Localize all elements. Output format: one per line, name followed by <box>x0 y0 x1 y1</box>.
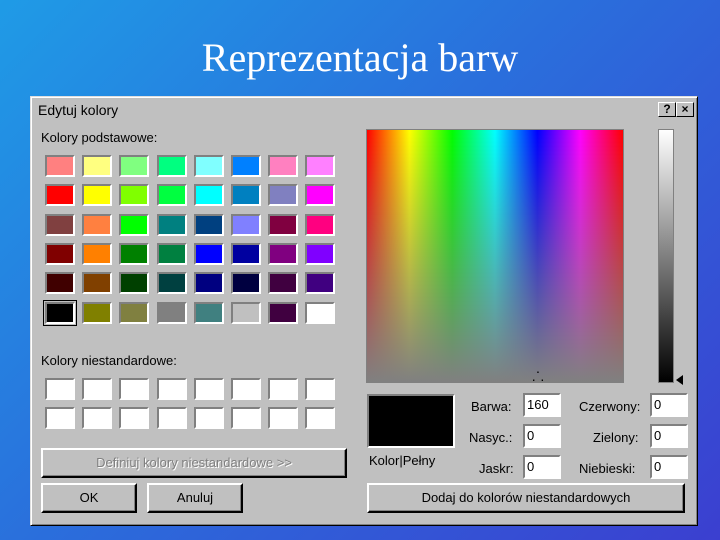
basic-color-swatch[interactable] <box>193 213 224 236</box>
color-spectrum[interactable] <box>366 129 624 383</box>
basic-colors-label: Kolory podstawowe: <box>41 130 158 145</box>
hue-field[interactable]: 160 <box>523 393 561 417</box>
blue-field[interactable]: 0 <box>650 455 688 479</box>
custom-color-swatch[interactable] <box>156 378 187 400</box>
slide-title: Reprezentacja barw <box>201 35 519 80</box>
spectrum-crosshair-icon: · · · <box>531 363 545 387</box>
basic-color-swatch[interactable] <box>305 155 336 177</box>
custom-color-swatch[interactable] <box>193 407 224 430</box>
hue-label: Barwa: <box>471 399 512 414</box>
basic-color-swatch[interactable] <box>268 301 299 324</box>
custom-color-swatch[interactable] <box>45 407 75 430</box>
custom-color-swatch[interactable] <box>305 378 336 400</box>
basic-color-swatch[interactable] <box>231 184 261 207</box>
luminosity-bar[interactable] <box>658 129 674 383</box>
custom-color-swatch[interactable] <box>82 378 113 400</box>
basic-color-swatch[interactable] <box>231 213 261 236</box>
basic-color-swatch[interactable] <box>119 184 150 207</box>
custom-color-swatch[interactable] <box>119 378 150 400</box>
basic-color-swatch[interactable] <box>119 272 150 295</box>
custom-color-swatch[interactable] <box>305 407 336 430</box>
basic-color-swatch[interactable] <box>45 213 75 236</box>
dialog-title: Edytuj kolory <box>38 102 119 118</box>
basic-color-swatch[interactable] <box>305 242 336 265</box>
custom-color-swatch[interactable] <box>119 407 150 430</box>
basic-color-swatch[interactable] <box>82 213 113 236</box>
custom-color-swatch[interactable] <box>231 407 261 430</box>
basic-color-swatch[interactable] <box>305 272 336 295</box>
basic-color-swatch[interactable] <box>119 155 150 177</box>
custom-colors-label: Kolory niestandardowe: <box>41 353 177 368</box>
basic-color-swatch[interactable] <box>268 213 299 236</box>
basic-color-swatch[interactable] <box>156 301 187 324</box>
green-label: Zielony: <box>593 430 639 445</box>
basic-color-swatch[interactable] <box>193 184 224 207</box>
basic-color-swatch[interactable] <box>82 301 113 324</box>
add-to-custom-colors-button[interactable]: Dodaj do kolorów niestandardowych <box>367 483 685 513</box>
basic-color-swatch[interactable] <box>305 184 336 207</box>
basic-color-swatch[interactable] <box>156 213 187 236</box>
basic-color-swatch[interactable] <box>156 184 187 207</box>
basic-color-swatch[interactable] <box>268 155 299 177</box>
basic-color-swatch[interactable] <box>119 301 150 324</box>
red-field[interactable]: 0 <box>650 393 688 417</box>
basic-color-swatch[interactable] <box>193 242 224 265</box>
basic-color-swatch[interactable] <box>193 155 224 177</box>
define-custom-colors-button[interactable]: Definiuj kolory niestandardowe >> <box>41 448 347 478</box>
basic-color-swatch[interactable] <box>231 301 261 324</box>
solid-color-label: Kolor|Pełny <box>369 453 436 468</box>
basic-color-swatch[interactable] <box>45 184 75 207</box>
edit-colors-dialog: Edytuj kolory ? × Kolory podstawowe: Kol… <box>30 96 698 526</box>
custom-color-swatch[interactable] <box>45 378 75 400</box>
basic-color-swatch[interactable] <box>45 155 75 177</box>
color-preview <box>367 394 455 448</box>
basic-color-swatch[interactable] <box>156 272 187 295</box>
basic-color-swatch[interactable] <box>268 184 299 207</box>
basic-color-swatch[interactable] <box>82 272 113 295</box>
basic-color-swatch[interactable] <box>119 242 150 265</box>
green-field[interactable]: 0 <box>650 424 688 448</box>
red-label: Czerwony: <box>579 399 641 414</box>
basic-color-swatch[interactable] <box>156 155 187 177</box>
sat-label: Nasyc.: <box>469 430 513 445</box>
cancel-button[interactable]: Anuluj <box>147 483 243 513</box>
custom-color-swatch[interactable] <box>268 407 299 430</box>
basic-color-swatch[interactable] <box>82 155 113 177</box>
basic-color-swatch[interactable] <box>305 213 336 236</box>
basic-color-swatch[interactable] <box>193 272 224 295</box>
basic-color-swatch[interactable] <box>82 242 113 265</box>
custom-color-swatch[interactable] <box>82 407 113 430</box>
basic-color-swatch[interactable] <box>119 213 150 236</box>
dialog-titlebar: Edytuj kolory ? × <box>34 100 694 120</box>
basic-color-swatch[interactable] <box>156 242 187 265</box>
lum-label: Jaskr: <box>479 461 514 476</box>
help-button[interactable]: ? <box>658 102 676 117</box>
basic-color-swatch[interactable] <box>268 242 299 265</box>
custom-color-swatch[interactable] <box>156 407 187 430</box>
luminosity-arrow-icon[interactable] <box>676 375 683 385</box>
lum-field[interactable]: 0 <box>523 455 561 479</box>
basic-color-swatch[interactable] <box>268 272 299 295</box>
custom-color-swatch[interactable] <box>193 378 224 400</box>
close-button[interactable]: × <box>676 102 694 117</box>
basic-color-swatch[interactable] <box>231 242 261 265</box>
ok-button[interactable]: OK <box>41 483 137 513</box>
basic-color-swatch[interactable] <box>82 184 113 207</box>
basic-color-swatch[interactable] <box>231 272 261 295</box>
basic-color-swatch[interactable] <box>45 272 75 295</box>
sat-field[interactable]: 0 <box>523 424 561 448</box>
basic-color-swatch[interactable] <box>43 299 77 326</box>
basic-color-swatch[interactable] <box>305 301 336 324</box>
custom-color-swatch[interactable] <box>231 378 261 400</box>
basic-color-swatch[interactable] <box>45 242 75 265</box>
basic-color-swatch[interactable] <box>193 301 224 324</box>
basic-color-swatch[interactable] <box>231 155 261 177</box>
custom-color-swatch[interactable] <box>268 378 299 400</box>
blue-label: Niebieski: <box>579 461 636 476</box>
